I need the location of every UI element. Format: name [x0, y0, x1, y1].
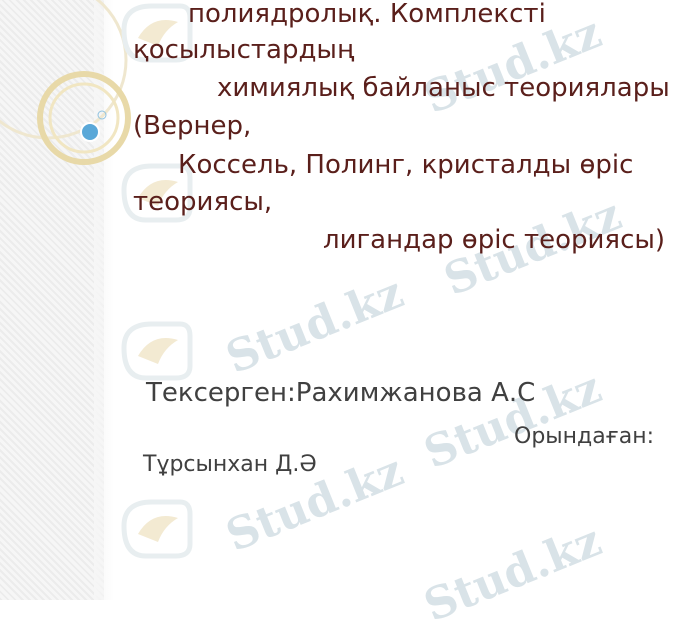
watermark-logo-icon — [121, 499, 193, 559]
topic-line-1: полиядролық. Комплексті — [188, 0, 546, 29]
topic-line-2: қосылыстардың — [133, 35, 355, 65]
topic-line-6: теориясы, — [133, 187, 273, 217]
performer-name: Тұрсынхан Д.Ә — [143, 452, 317, 477]
topic-line-7: лигандар өріс теориясы) — [323, 225, 666, 255]
topic-line-4: (Вернер, — [133, 111, 252, 141]
topic-line-5: Коссель, Полинг, кристалды өріс — [178, 150, 634, 180]
topic-line-3: химиялық байланыс теориялары — [217, 73, 670, 103]
performed-by-label: Орындаған: — [514, 424, 654, 449]
checked-by-label: Тексерген:Рахимжанова А.С — [146, 378, 536, 408]
blue-orb-icon — [80, 122, 100, 142]
watermark-logo-icon — [121, 321, 193, 381]
